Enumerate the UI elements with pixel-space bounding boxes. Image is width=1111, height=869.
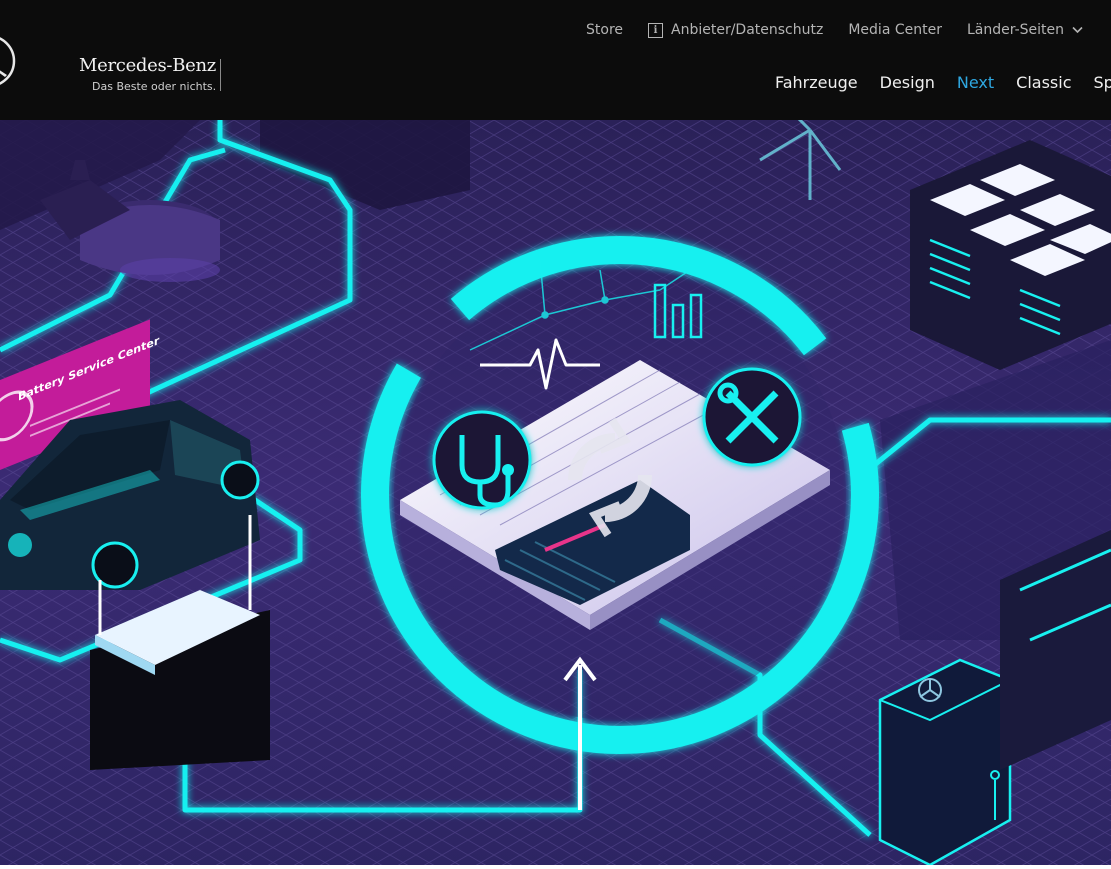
utility-nav: Store i Anbieter/Datenschutz Media Cente… (586, 22, 1083, 38)
stethoscope-icon (432, 410, 532, 510)
wrench-screwdriver-icon (702, 367, 802, 467)
utility-link-label: Anbieter/Datenschutz (671, 22, 824, 38)
nav-item-next[interactable]: Next (957, 73, 994, 92)
utility-link-store[interactable]: Store (586, 22, 623, 38)
mercedes-star-logo[interactable] (0, 34, 16, 88)
brand-slogan: Das Beste oder nichts. (92, 80, 217, 93)
brand-logo[interactable]: Mercedes-Benz Das Beste oder nichts. (79, 55, 222, 93)
utility-link-label: Media Center (848, 22, 942, 38)
nav-item-sport[interactable]: Sport (1094, 73, 1111, 92)
nav-item-fahrzeuge[interactable]: Fahrzeuge (775, 73, 858, 92)
nav-item-design[interactable]: Design (880, 73, 935, 92)
utility-link-label: Store (586, 22, 624, 38)
hero-illustration: Battery Service Center (0, 120, 1111, 865)
nav-item-classic[interactable]: Classic (1016, 73, 1071, 92)
utility-link-media-center[interactable]: Media Center (848, 22, 942, 38)
brand-name: Mercedes-Benz (79, 55, 216, 76)
country-selector[interactable]: Länder-Seiten (967, 22, 1083, 38)
info-icon: i (648, 22, 664, 38)
chevron-down-icon (1072, 26, 1083, 34)
site-header: Mercedes-Benz Das Beste oder nichts. Sto… (0, 0, 1111, 120)
brand-divider (220, 59, 221, 91)
utility-link-label: Länder-Seiten (966, 22, 1064, 38)
utility-link-imprint[interactable]: i Anbieter/Datenschutz (648, 22, 823, 38)
battery-lifecycle-illustration: Battery Service Center (0, 120, 1111, 865)
main-nav: Fahrzeuge Design Next Classic Sport (775, 73, 1111, 92)
